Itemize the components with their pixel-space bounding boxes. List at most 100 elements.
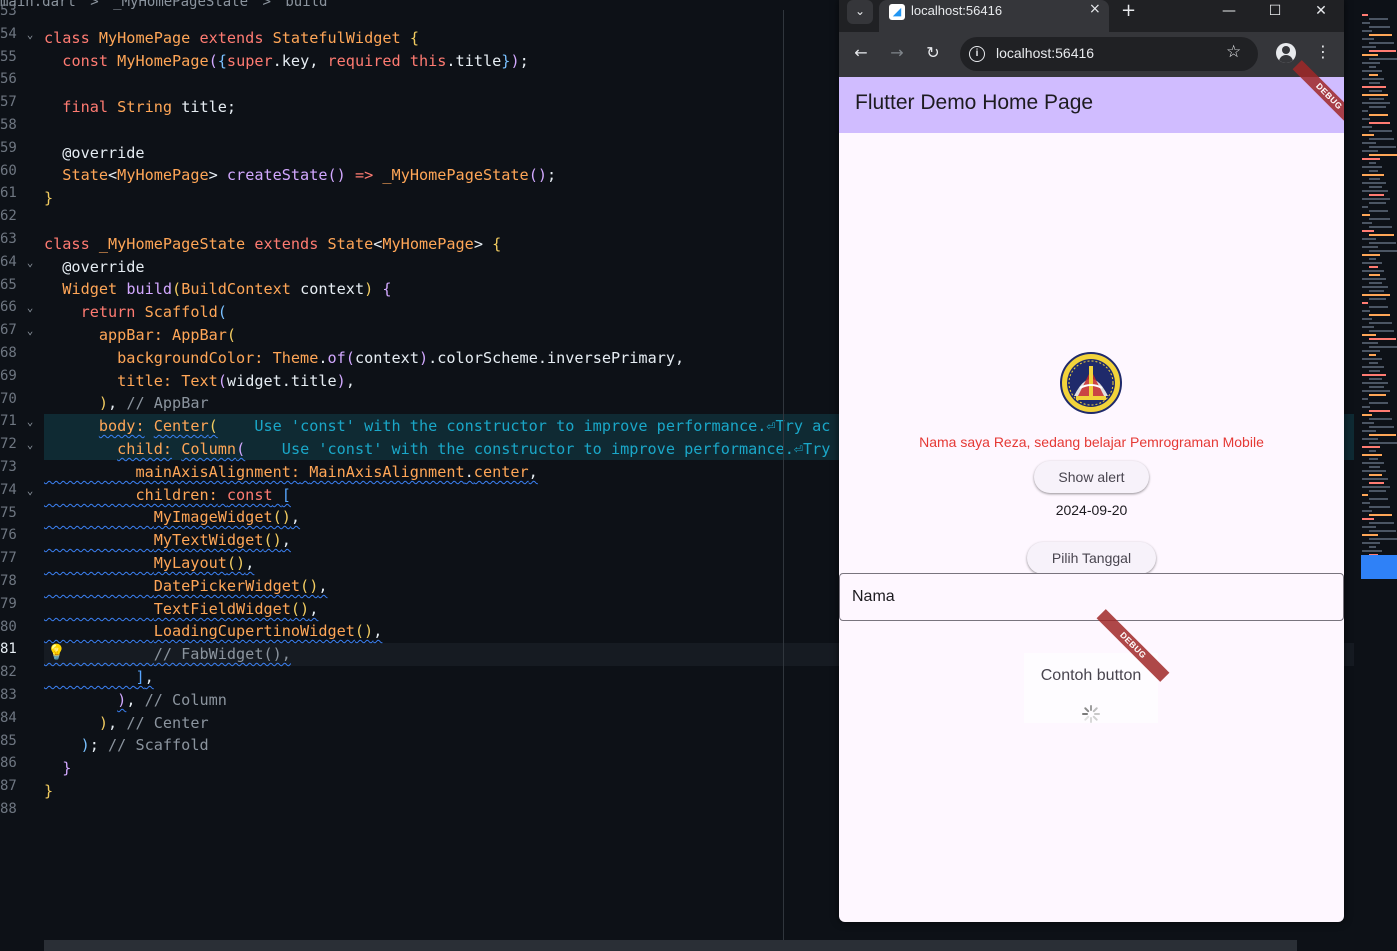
reload-icon[interactable]: ↻ (922, 42, 944, 64)
code-line: appBar: AppBar( (98, 326, 237, 344)
minimap-line (1362, 118, 1370, 120)
fold-chevron-icon[interactable]: ⌄ (24, 319, 36, 342)
code-line: MyTextWidget(), (153, 531, 291, 549)
forward-arrow-icon[interactable]: → (886, 42, 908, 64)
minimap-line (1362, 158, 1380, 160)
minimap-line (1369, 298, 1386, 300)
minimap-line (1362, 438, 1378, 440)
minimap-line (1362, 454, 1382, 456)
address-bar[interactable]: i localhost:56416 ☆ (960, 37, 1258, 71)
code-line: children: const [ (135, 486, 291, 504)
minimap-line (1362, 54, 1378, 56)
code-line: class MyHomePage extends StatefulWidget … (44, 29, 419, 47)
minimap-line (1362, 374, 1386, 376)
breadcrumb: main.dart > _MyHomePageState > build (0, 0, 334, 10)
more-menu-icon[interactable]: ⋮ (1315, 42, 1331, 61)
code-line: class _MyHomePageState extends State<MyH… (44, 235, 502, 253)
name-input[interactable] (840, 574, 1343, 620)
minimap-line (1369, 266, 1378, 268)
minimap-line (1369, 226, 1392, 228)
breadcrumb-class[interactable]: _MyHomePageState (113, 0, 248, 10)
minimap-line (1369, 322, 1392, 324)
minimap-line (1362, 406, 1370, 408)
code-line: Widget build(BuildContext context) { (62, 280, 392, 298)
name-field[interactable] (839, 573, 1344, 621)
minimap-line (1362, 366, 1384, 368)
minimap-line (1369, 258, 1376, 260)
example-button[interactable]: Contoh button (1024, 667, 1158, 685)
minimap-line (1369, 274, 1380, 276)
code-line: ), // Column (117, 691, 227, 709)
minimap-line (1362, 302, 1368, 304)
fold-chevron-icon[interactable]: ⌄ (24, 296, 36, 319)
lightbulb-icon[interactable]: 💡 (47, 643, 66, 661)
minimap-line (1362, 134, 1374, 136)
fold-chevron-icon[interactable]: ⌄ (24, 479, 36, 502)
breadcrumb-method[interactable]: build (285, 0, 327, 10)
line-number: 82 (0, 664, 17, 681)
minimap-line (1362, 198, 1390, 200)
minimap-viewport[interactable] (1361, 555, 1397, 579)
window-close-icon[interactable]: ✕ (1298, 0, 1344, 24)
minimap-line (1362, 206, 1368, 208)
line-number: 71 (0, 413, 17, 430)
horizontal-scrollbar[interactable] (44, 940, 1297, 951)
minimap-line (1369, 250, 1397, 252)
code-line: } (44, 189, 54, 207)
minimap-line (1362, 222, 1372, 224)
minimap-line (1362, 38, 1374, 40)
star-icon[interactable]: ☆ (1226, 42, 1241, 62)
code-line: ); // Scaffold (80, 736, 209, 754)
show-alert-button[interactable]: Show alert (1034, 461, 1149, 493)
editor-ruler (783, 10, 784, 951)
fold-chevron-icon[interactable]: ⌄ (24, 23, 36, 46)
fold-chevron-icon[interactable]: ⌄ (24, 251, 36, 274)
chevron-down-icon[interactable]: ⌄ (847, 0, 873, 24)
close-icon[interactable]: × (1089, 1, 1101, 17)
line-number: 75 (0, 504, 17, 521)
fold-chevron-icon[interactable]: ⌄ (24, 410, 36, 433)
pick-date-button[interactable]: Pilih Tanggal (1027, 542, 1156, 574)
line-number: 55 (0, 48, 17, 65)
minimap-line (1369, 442, 1397, 444)
tab-title: localhost:56416 (911, 3, 1003, 18)
minimap-line (1362, 334, 1376, 336)
minimap-line (1362, 350, 1380, 352)
minimap-line (1369, 194, 1384, 196)
maximize-icon[interactable]: ☐ (1252, 0, 1298, 24)
minimap-line (1362, 502, 1370, 504)
url-text[interactable]: localhost:56416 (996, 45, 1094, 61)
code-line: ], (135, 668, 154, 686)
new-tab-button[interactable]: + (1121, 0, 1136, 22)
minimap-line (1362, 62, 1380, 64)
code-line: // FabWidget(), (153, 645, 291, 663)
info-icon[interactable]: i (969, 46, 985, 62)
code-line: @override (44, 144, 145, 162)
minimize-icon[interactable]: — (1206, 0, 1252, 24)
minimap-line (1362, 254, 1380, 256)
minimap-line (1362, 286, 1388, 288)
minimap-line (1369, 114, 1388, 116)
minimap-line (1369, 202, 1386, 204)
line-number: 79 (0, 595, 17, 612)
minimap-line (1369, 370, 1380, 372)
minimap-line (1369, 290, 1384, 292)
minimap-line (1362, 142, 1376, 144)
minimap-line (1369, 530, 1396, 532)
minimap[interactable] (1360, 10, 1397, 610)
profile-icon[interactable] (1276, 43, 1296, 63)
minimap-line (1369, 154, 1397, 156)
minimap-line (1369, 234, 1394, 236)
browser-tab[interactable]: ◢ localhost:56416 × (879, 0, 1109, 32)
code-line: final String title; (62, 98, 237, 116)
minimap-line (1369, 490, 1386, 492)
line-number: 57 (0, 94, 17, 111)
minimap-line (1369, 138, 1394, 140)
minimap-line (1369, 98, 1384, 100)
minimap-line (1362, 78, 1384, 80)
minimap-line (1369, 410, 1390, 412)
back-arrow-icon[interactable]: ← (850, 42, 872, 64)
minimap-line (1362, 110, 1368, 112)
minimap-line (1362, 102, 1390, 104)
fold-chevron-icon[interactable]: ⌄ (24, 433, 36, 456)
